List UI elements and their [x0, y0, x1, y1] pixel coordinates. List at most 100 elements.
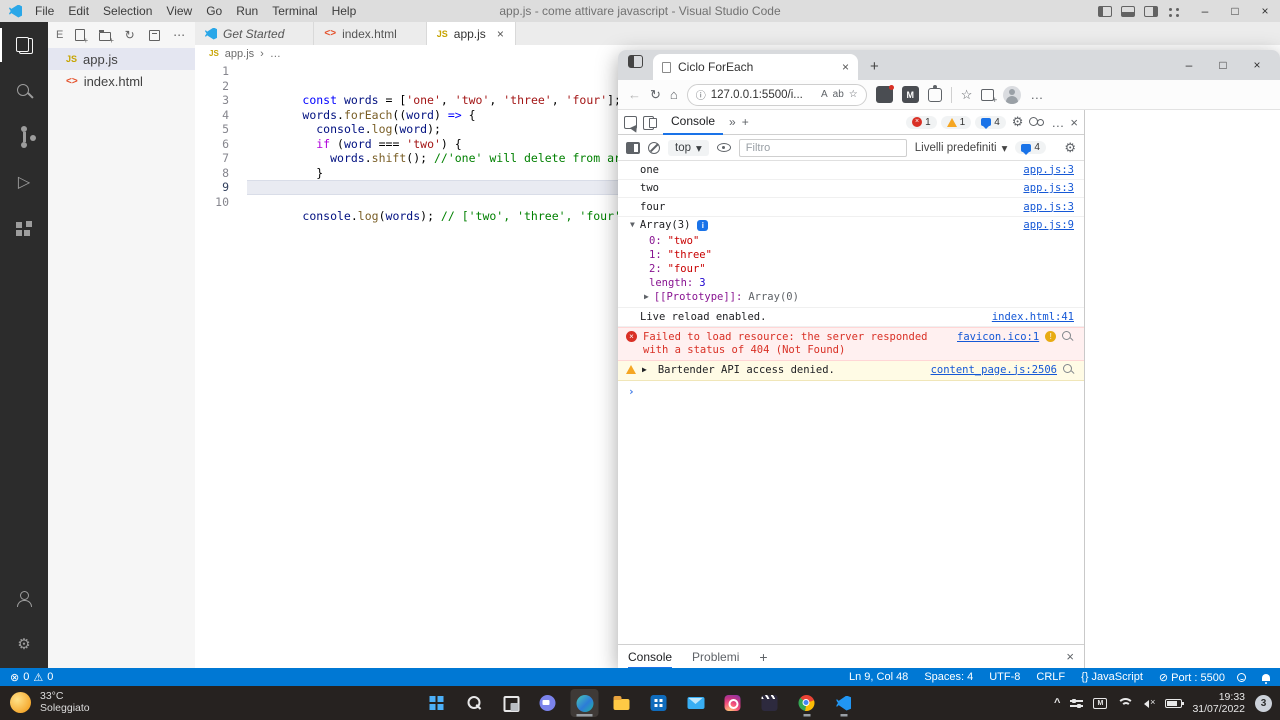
workspaces-icon[interactable] — [628, 55, 643, 68]
battery-icon[interactable] — [1165, 699, 1182, 708]
browser-minimize-button[interactable]: – — [1174, 58, 1204, 72]
search-similar-icon[interactable] — [1062, 331, 1073, 342]
console-log-row[interactable]: two app.js:3 — [618, 180, 1084, 199]
clipchamp-icon[interactable] — [756, 689, 784, 717]
vscode-close-button[interactable]: × — [1250, 0, 1280, 22]
breadcrumb-file[interactable]: app.js — [225, 48, 254, 60]
browser-tab-close-icon[interactable]: × — [842, 60, 849, 74]
menu-go[interactable]: Go — [199, 0, 229, 22]
tab-app-js[interactable]: JS app.js × — [427, 22, 516, 45]
activity-account[interactable] — [0, 576, 48, 622]
more-tabs-icon[interactable]: » — [729, 115, 736, 129]
devtools-more-icon[interactable]: … — [1051, 115, 1064, 130]
array-property-row[interactable]: 2: "four" — [618, 262, 1084, 276]
array-property-row[interactable]: 1: "three" — [618, 248, 1084, 262]
browser-tab[interactable]: Ciclo ForEach × — [653, 54, 858, 80]
drawer-tab-console[interactable]: Console — [628, 645, 672, 669]
expand-triangle-icon[interactable]: ▼ — [630, 219, 635, 232]
toggle-secondary-sidebar-icon[interactable] — [1144, 6, 1158, 17]
extension-m-icon[interactable]: M — [902, 86, 919, 103]
translate-icon[interactable]: ab — [833, 89, 844, 100]
filter-input[interactable] — [739, 139, 907, 157]
status-language[interactable]: {} JavaScript — [1081, 671, 1143, 683]
source-link[interactable]: app.js:3 — [1023, 201, 1074, 214]
live-expression-icon[interactable] — [717, 143, 731, 152]
array-property-row[interactable]: length: 3 — [618, 276, 1084, 290]
clear-console-icon[interactable] — [648, 142, 660, 154]
add-panel-icon[interactable]: + — [742, 115, 749, 129]
message-count-badge[interactable]: 4 — [975, 116, 1006, 129]
collapse-folders-icon[interactable] — [147, 27, 163, 43]
file-app-js[interactable]: JS app.js — [48, 48, 195, 70]
console-sidebar-icon[interactable] — [626, 142, 640, 154]
vscode-restore-button[interactable]: □ — [1220, 0, 1250, 22]
menu-run[interactable]: Run — [229, 0, 265, 22]
source-link[interactable]: index.html:41 — [992, 311, 1074, 324]
activity-source-control[interactable] — [0, 114, 48, 160]
status-indentation[interactable]: Spaces: 4 — [924, 671, 973, 683]
search-similar-icon[interactable] — [1063, 364, 1074, 375]
tab-get-started[interactable]: Get Started — [195, 22, 314, 45]
status-encoding[interactable]: UTF-8 — [989, 671, 1020, 683]
activity-settings[interactable]: ⚙ — [0, 622, 48, 668]
vscode-icon[interactable] — [830, 689, 858, 717]
menu-selection[interactable]: Selection — [96, 0, 159, 22]
new-file-icon[interactable] — [72, 27, 88, 43]
profile-avatar[interactable] — [1003, 86, 1021, 104]
weather-widget[interactable]: 33°C Soleggiato — [10, 690, 90, 714]
device-toolbar-icon[interactable] — [643, 116, 657, 128]
address-bar[interactable]: ⓘ 127.0.0.1:5500/i... A ab ☆ — [687, 84, 867, 106]
chat-icon[interactable] — [534, 689, 562, 717]
activity-search[interactable] — [0, 68, 48, 114]
new-folder-icon[interactable] — [97, 27, 113, 43]
back-icon[interactable]: ← — [628, 87, 641, 102]
search-icon[interactable] — [460, 689, 488, 717]
start-icon[interactable] — [423, 689, 451, 717]
clock[interactable]: 19:33 31/07/2022 — [1192, 691, 1245, 716]
console-error-row[interactable]: × Failed to load resource: the server re… — [618, 327, 1084, 361]
menu-help[interactable]: Help — [325, 0, 364, 22]
status-eol[interactable]: CRLF — [1036, 671, 1065, 683]
store-icon[interactable] — [645, 689, 673, 717]
menu-edit[interactable]: Edit — [61, 0, 96, 22]
site-info-icon[interactable]: ⓘ — [696, 87, 706, 102]
home-icon[interactable]: ⌂ — [670, 87, 678, 102]
issues-people-icon[interactable] — [1029, 117, 1045, 128]
console-prompt[interactable]: › — [618, 381, 1084, 402]
chrome-icon[interactable] — [793, 689, 821, 717]
console-log-row[interactable]: one app.js:3 — [618, 161, 1084, 180]
toggle-sidebar-icon[interactable] — [1098, 6, 1112, 17]
console-log-row[interactable]: four app.js:3 — [618, 198, 1084, 217]
source-link[interactable]: content_page.js:2506 — [931, 364, 1057, 377]
toolbar-message-badge[interactable]: 4 — [1015, 141, 1046, 154]
drawer-close-icon[interactable]: × — [1066, 649, 1074, 664]
console-settings-icon[interactable]: ⚙ — [1064, 140, 1076, 156]
tab-index-html[interactable]: <> index.html — [314, 22, 426, 45]
activity-run-debug[interactable]: ▷ — [0, 160, 48, 206]
notifications-bell-icon[interactable] — [1262, 674, 1270, 681]
collections-icon[interactable] — [981, 89, 994, 101]
toggle-panel-icon[interactable] — [1121, 6, 1135, 17]
context-selector[interactable]: top▾ — [668, 140, 709, 156]
url-text[interactable]: 127.0.0.1:5500/i... — [711, 89, 816, 101]
log-levels-dropdown[interactable]: Livelli predefiniti ▾ — [915, 141, 1008, 155]
status-cursor-position[interactable]: Ln 9, Col 48 — [849, 671, 908, 683]
devtools-close-icon[interactable]: × — [1070, 115, 1078, 130]
browser-close-button[interactable]: × — [1242, 58, 1272, 72]
tablet-input-icon[interactable]: M — [1093, 698, 1107, 709]
issues-icon[interactable]: ! — [1045, 331, 1056, 342]
inspect-element-icon[interactable] — [624, 116, 637, 129]
customize-layout-icon[interactable] — [1167, 6, 1181, 17]
mixer-icon[interactable] — [1070, 698, 1083, 708]
file-index-html[interactable]: <> index.html — [48, 70, 195, 92]
live-reload-row[interactable]: Live reload enabled. index.html:41 — [618, 308, 1084, 327]
expand-triangle-icon[interactable]: ▶ — [642, 364, 647, 377]
wifi-icon[interactable] — [1117, 698, 1130, 709]
console-array-row[interactable]: ▼ Array(3)i app.js:9 — [618, 217, 1084, 235]
array-property-row[interactable]: 0: "two" — [618, 234, 1084, 248]
devtools-settings-icon[interactable]: ⚙ — [1012, 114, 1024, 130]
breadcrumb-symbol[interactable]: … — [270, 48, 281, 60]
browser-maximize-button[interactable]: □ — [1208, 58, 1238, 72]
vscode-minimize-button[interactable]: – — [1190, 0, 1220, 22]
warning-count-badge[interactable]: 1 — [941, 116, 972, 129]
